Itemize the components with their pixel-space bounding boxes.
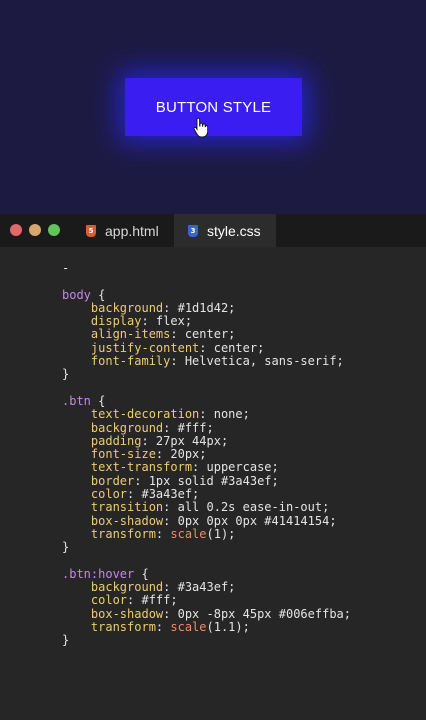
code-token: font-size (62, 447, 156, 462)
code-line: background: #1d1d42; (62, 300, 351, 315)
code-token: : #fff; (127, 593, 178, 608)
code-line: background: #fff; (62, 420, 351, 435)
code-line: align-items: center; (62, 328, 351, 341)
code-token: : uppercase; (192, 460, 279, 475)
code-line: - (62, 261, 351, 275)
code-token: } (62, 540, 70, 555)
code-token: background (62, 580, 164, 595)
code-token: font-family (62, 354, 171, 369)
code-token: (1); (206, 526, 236, 541)
code-token: { (134, 566, 149, 581)
code-line: background: #3a43ef; (62, 580, 351, 595)
code-token: body (62, 287, 91, 302)
code-token: color (62, 593, 128, 608)
code-line: display: flex; (62, 315, 351, 328)
code-line: color: #fff; (62, 594, 351, 607)
tab-label: app.html (105, 222, 159, 239)
code-line: transform: scale(1); (62, 526, 351, 541)
code-token: border (62, 473, 135, 488)
code-token: box-shadow (62, 606, 164, 621)
code-token: padding (62, 433, 142, 448)
code-line: transition: all 0.2s ease-in-out; (62, 501, 351, 514)
window-close-button[interactable] (10, 224, 22, 236)
code-line: font-family: Helvetica, sans-serif; (62, 354, 351, 369)
code-token: : 20px; (155, 447, 207, 462)
code-token: color (62, 487, 128, 502)
code-line: text-decoration: none; (62, 408, 351, 421)
code-token: : #fff; (163, 420, 214, 435)
code-token: : #3a43ef; (127, 487, 200, 502)
code-token: { (90, 287, 106, 302)
code-token: } (62, 367, 70, 382)
code-token: : 1px solid #3a43ef; (134, 473, 279, 488)
code-token: scale (170, 620, 207, 635)
code-line: color: #3a43ef; (62, 487, 351, 502)
demo-button[interactable]: BUTTON STYLE (125, 78, 302, 136)
code-line: padding: 27px 44px; (62, 433, 351, 448)
css3-icon: 3 (188, 224, 198, 237)
code-token: - (62, 261, 70, 275)
code-token: (1.1); (206, 620, 250, 635)
code-token: box-shadow (62, 513, 164, 528)
code-token: justify-content (62, 340, 200, 355)
code-token: { (90, 393, 106, 408)
code-token: : #3a43ef; (163, 580, 236, 595)
tab-style-css[interactable]: 3 style.css (174, 214, 276, 247)
code-token: } (62, 633, 70, 648)
code-token: text-decoration (62, 407, 200, 422)
code-token: : 0px 0px 0px #41414154; (163, 513, 337, 528)
code-token: background (62, 420, 164, 435)
code-line: font-size: 20px; (62, 448, 351, 461)
code-token: display (62, 314, 142, 329)
html5-icon: 5 (86, 224, 96, 237)
code-line: body { (62, 287, 351, 302)
code-line: .btn { (62, 393, 351, 408)
code-line: justify-content: center; (62, 340, 351, 355)
code-token: : 27px 44px; (141, 433, 229, 448)
code-line: box-shadow: 0px 0px 0px #41414154; (62, 513, 351, 528)
code-line: transform: scale(1.1); (62, 620, 351, 635)
code-line: .btn:hover { (62, 566, 351, 581)
code-token: : none; (199, 407, 250, 422)
code-token: .btn (62, 393, 91, 408)
code-token: : (155, 620, 171, 635)
code-token: : center; (199, 340, 265, 355)
code-token: : (155, 526, 171, 541)
window-maximize-button[interactable] (48, 224, 60, 236)
window-minimize-button[interactable] (29, 224, 41, 236)
tab-label: style.css (207, 222, 261, 239)
code-token: background (62, 300, 164, 315)
code-token: : 0px -8px 45px #006effba; (163, 606, 351, 621)
code-line: } (62, 634, 351, 647)
code-line: box-shadow: 0px -8px 45px #006effba; (62, 606, 351, 621)
code-line: } (62, 541, 351, 554)
code-token: : all 0.2s ease-in-out; (163, 500, 330, 515)
code-line: text-transform: uppercase; (62, 461, 351, 474)
code-token: text-transform (62, 460, 193, 475)
code-line: } (62, 368, 351, 381)
code-token: .btn:hover (62, 566, 135, 581)
code-token: align-items (62, 327, 171, 342)
code-line: border: 1px solid #3a43ef; (62, 473, 351, 488)
code-token: : center; (170, 327, 236, 342)
code-token: : flex; (141, 314, 193, 329)
code-token: transform (62, 620, 156, 635)
code-token: scale (170, 526, 207, 541)
code-token: : Helvetica, sans-serif; (170, 354, 344, 369)
tab-app-html[interactable]: 5 app.html (78, 214, 174, 247)
code-content[interactable]: - body { background: #1d1d42; display: fl… (62, 261, 351, 648)
hand-pointer-icon (193, 118, 208, 138)
code-token: : #1d1d42; (163, 300, 236, 315)
code-token: transform (62, 526, 156, 541)
code-token: transition (62, 500, 164, 515)
